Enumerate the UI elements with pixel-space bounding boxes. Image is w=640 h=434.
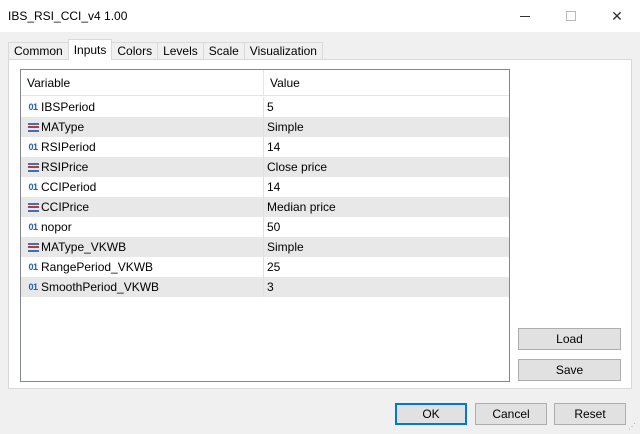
title-bar: IBS_RSI_CCI_v4 1.00 ✕ bbox=[0, 0, 640, 32]
tab-levels[interactable]: Levels bbox=[157, 42, 204, 60]
column-header-variable[interactable]: Variable bbox=[21, 70, 264, 96]
variable-cell: nopor bbox=[21, 217, 264, 237]
int-icon: 01 bbox=[28, 222, 38, 232]
inputs-panel: Variable Value IBSPeriod 01 5 MAType Simple R… bbox=[8, 59, 632, 389]
window-title: IBS_RSI_CCI_v4 1.00 bbox=[8, 9, 128, 23]
reset-button[interactable]: Reset bbox=[554, 403, 626, 425]
cancel-button[interactable]: Cancel bbox=[475, 403, 547, 425]
tab-common[interactable]: Common bbox=[8, 42, 69, 60]
int-icon: 01 bbox=[28, 262, 38, 272]
tab-colors[interactable]: Colors bbox=[111, 42, 159, 60]
variable-cell: MAType_VKWB bbox=[21, 237, 264, 257]
value-cell[interactable]: Simple bbox=[264, 237, 509, 257]
grid-header: Variable Value bbox=[21, 70, 509, 96]
save-button[interactable]: Save bbox=[518, 359, 621, 381]
table-row[interactable]: IBSPeriod 01 5 bbox=[21, 97, 509, 117]
variable-cell: SmoothPeriod_VKWB bbox=[21, 277, 264, 297]
int-icon: 01 bbox=[28, 282, 38, 292]
value-cell[interactable]: Simple bbox=[264, 117, 509, 137]
int-icon: 01 bbox=[28, 182, 38, 192]
enum-icon bbox=[26, 237, 40, 257]
table-row[interactable]: MAType Simple bbox=[21, 117, 509, 137]
tab-visualization[interactable]: Visualization bbox=[243, 42, 323, 60]
value-cell[interactable]: 25 bbox=[264, 257, 509, 277]
maximize-icon bbox=[566, 11, 576, 21]
enum-icon bbox=[26, 197, 40, 217]
variable-cell: RangePeriod_VKWB bbox=[21, 257, 264, 277]
tab-strip: Common Inputs Colors Levels Scale Visualizati… bbox=[8, 39, 323, 60]
dialog-body: Common Inputs Colors Levels Scale Visualizati… bbox=[0, 32, 640, 434]
value-cell[interactable]: 5 bbox=[264, 97, 509, 117]
variable-cell: RSIPeriod bbox=[21, 137, 264, 157]
load-button[interactable]: Load bbox=[518, 328, 621, 350]
int-icon: 01 bbox=[28, 102, 38, 112]
table-row[interactable]: MAType_VKWB Simple bbox=[21, 237, 509, 257]
table-row[interactable]: nopor 01 50 bbox=[21, 217, 509, 237]
tab-inputs[interactable]: Inputs bbox=[67, 39, 113, 60]
variable-cell: CCIPeriod bbox=[21, 177, 264, 197]
close-icon: ✕ bbox=[611, 7, 623, 24]
inputs-grid: Variable Value IBSPeriod 01 5 MAType Simple R… bbox=[20, 69, 510, 382]
table-row[interactable]: SmoothPeriod_VKWB 01 3 bbox=[21, 277, 509, 297]
value-cell[interactable]: Median price bbox=[264, 197, 509, 217]
value-cell[interactable]: 14 bbox=[264, 177, 509, 197]
table-row[interactable]: RangePeriod_VKWB 01 25 bbox=[21, 257, 509, 277]
column-header-value[interactable]: Value bbox=[264, 70, 509, 96]
value-cell[interactable]: 3 bbox=[264, 277, 509, 297]
table-row[interactable]: RSIPrice Close price bbox=[21, 157, 509, 177]
variable-cell: MAType bbox=[21, 117, 264, 137]
int-icon: 01 bbox=[28, 142, 38, 152]
close-button[interactable]: ✕ bbox=[594, 0, 640, 32]
variable-cell: IBSPeriod bbox=[21, 97, 264, 117]
value-cell[interactable]: Close price bbox=[264, 157, 509, 177]
value-cell[interactable]: 14 bbox=[264, 137, 509, 157]
variable-cell: CCIPrice bbox=[21, 197, 264, 217]
variable-cell: RSIPrice bbox=[21, 157, 264, 177]
table-row[interactable]: CCIPrice Median price bbox=[21, 197, 509, 217]
table-row[interactable]: RSIPeriod 01 14 bbox=[21, 137, 509, 157]
resize-grip-icon[interactable]: ⋰ bbox=[628, 422, 638, 432]
enum-icon bbox=[26, 157, 40, 177]
enum-icon bbox=[26, 117, 40, 137]
table-row[interactable]: CCIPeriod 01 14 bbox=[21, 177, 509, 197]
minimize-icon bbox=[520, 15, 530, 17]
value-cell[interactable]: 50 bbox=[264, 217, 509, 237]
minimize-button[interactable] bbox=[502, 0, 548, 32]
maximize-button bbox=[548, 0, 594, 32]
ok-button[interactable]: OK bbox=[395, 403, 467, 425]
tab-scale[interactable]: Scale bbox=[202, 42, 245, 60]
